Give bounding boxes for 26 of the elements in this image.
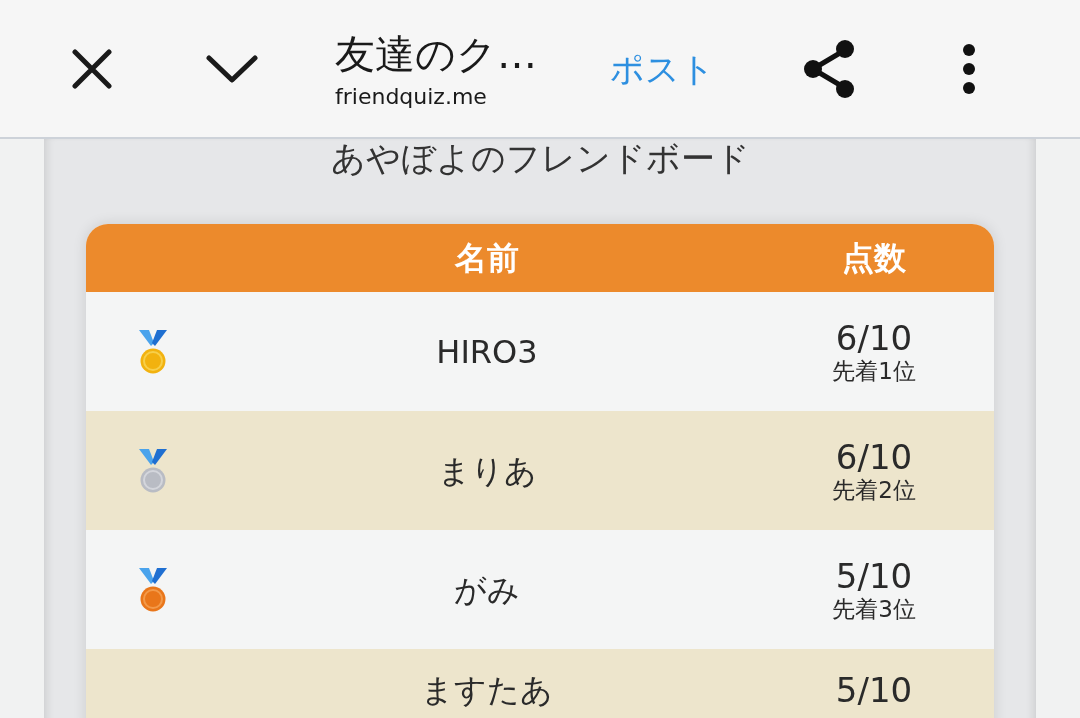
rank-text: 先着2位 (832, 475, 916, 504)
page-title: 友達のク… (335, 29, 538, 78)
post-link[interactable]: ポスト (610, 48, 715, 89)
more-vertical-icon (963, 43, 975, 94)
column-header: 名前 (455, 239, 519, 277)
board-title: あやぼよのフレンドボード (330, 139, 750, 177)
share-button[interactable] (801, 38, 857, 99)
medal-icon (139, 329, 167, 374)
column-header: 点数 (842, 239, 906, 277)
player-name: HIRO3 (436, 332, 538, 371)
medal-icon (139, 567, 167, 612)
player-name: まりあ (437, 451, 537, 490)
score-text: 5/10 (835, 556, 913, 595)
rank-text: 先着3位 (832, 594, 916, 623)
player-name: がみ (454, 570, 520, 609)
medal-icon (139, 448, 167, 493)
chevron-down-icon (206, 54, 258, 83)
share-icon (803, 39, 855, 98)
rank-text: 先着1位 (832, 356, 916, 385)
player-name: ますたあ (421, 671, 553, 709)
page-url: friendquiz.me (335, 82, 488, 111)
close-button[interactable] (70, 46, 114, 91)
score-text: 6/10 (835, 318, 913, 357)
close-icon (72, 48, 112, 89)
score-text: 5/10 (835, 671, 913, 709)
score-text: 6/10 (835, 437, 913, 476)
